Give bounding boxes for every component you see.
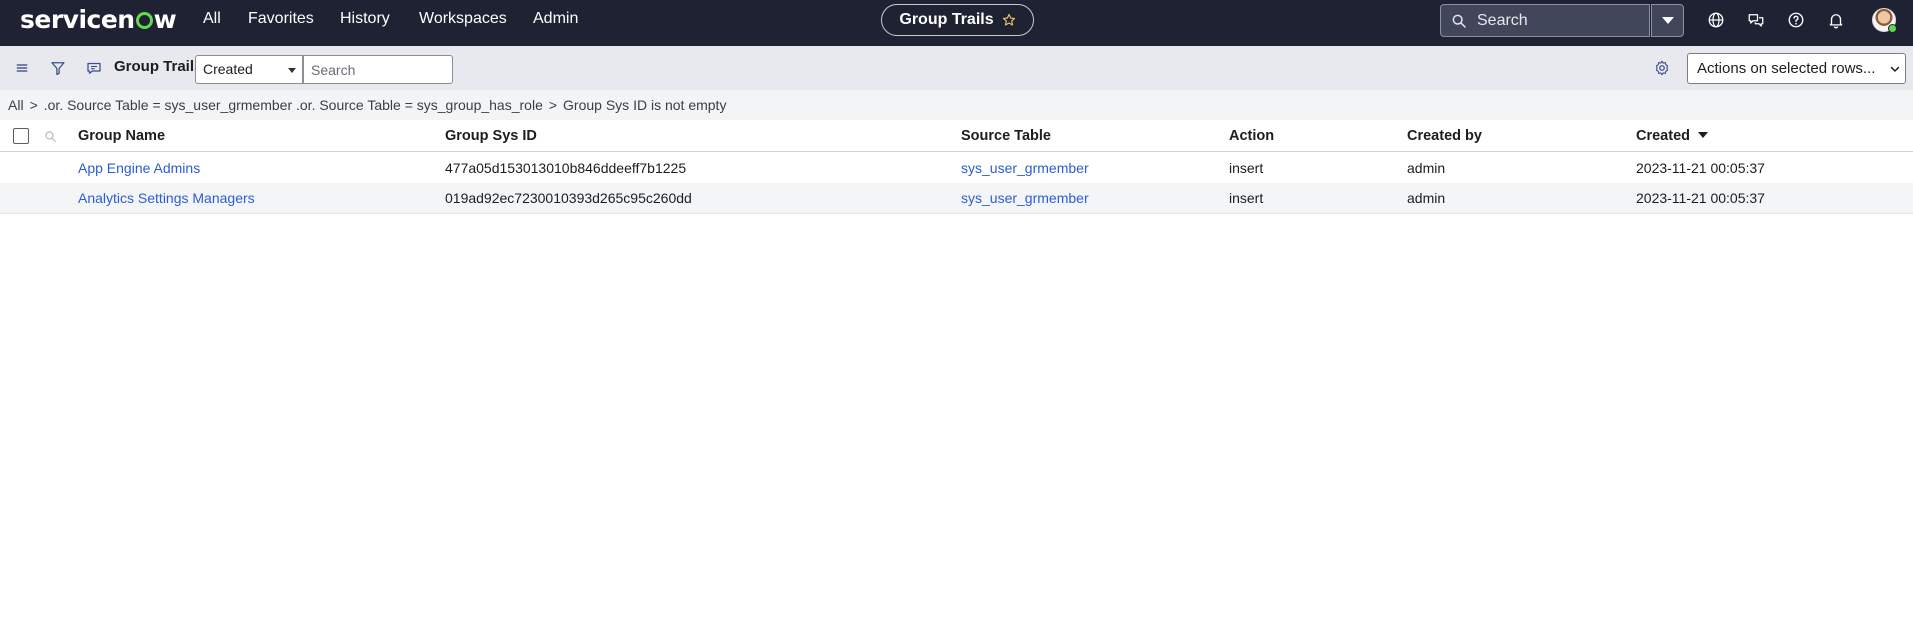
comment-icon[interactable] <box>85 59 103 77</box>
globe-icon[interactable] <box>1707 11 1725 29</box>
chevron-down-icon <box>1890 66 1900 72</box>
online-status-dot <box>1888 24 1897 33</box>
search-field-value: Created <box>203 61 253 77</box>
cell-source-table[interactable]: sys_user_grmember <box>961 160 1089 176</box>
global-search[interactable]: Search <box>1440 4 1650 37</box>
cell-action: insert <box>1229 160 1264 176</box>
cell-group-name[interactable]: App Engine Admins <box>78 160 200 176</box>
context-title: Group Trails <box>899 11 994 28</box>
nav-history[interactable]: History <box>340 10 390 28</box>
top-navigation: servicen w All Favorites History Workspac… <box>0 0 1913 46</box>
cell-created-by: admin <box>1407 160 1446 176</box>
cell-created: 2023-11-21 00:05:37 <box>1636 160 1765 176</box>
context-title-pill[interactable]: Group Trails <box>881 4 1034 36</box>
list-search-input[interactable] <box>303 55 453 84</box>
chevron-down-icon <box>288 68 296 73</box>
help-icon[interactable] <box>1787 11 1805 29</box>
sort-descending-icon <box>1698 132 1708 138</box>
nav-favorites[interactable]: Favorites <box>248 10 314 28</box>
filter-breadcrumb: All > .or. Source Table = sys_user_grmembe… <box>0 90 1913 120</box>
cell-created-by: admin <box>1407 190 1446 206</box>
column-header-created[interactable]: Created <box>1636 128 1708 144</box>
search-field-select[interactable]: Created <box>195 55 303 84</box>
nav-admin[interactable]: Admin <box>533 10 578 28</box>
list-toolbar: Group Trails Created Actions on selected… <box>0 46 1913 90</box>
table-row: Analytics Settings Managers 019ad92ec723… <box>0 183 1913 213</box>
search-scope-dropdown[interactable] <box>1651 4 1684 37</box>
breadcrumb-condition-1[interactable]: .or. Source Table = sys_user_grmember .o… <box>44 97 543 113</box>
list-title: Group Trails <box>114 58 203 75</box>
select-all-checkbox[interactable] <box>13 128 29 144</box>
column-header-group-name[interactable]: Group Name <box>78 128 165 144</box>
cell-group-sys-id: 019ad92ec7230010393d265c95c260dd <box>445 190 692 206</box>
user-avatar[interactable] <box>1872 8 1897 33</box>
table-header: Group Name Group Sys ID Source Table Act… <box>0 121 1913 152</box>
global-search-placeholder: Search <box>1477 11 1528 29</box>
column-header-created-label: Created <box>1636 128 1690 144</box>
cell-created: 2023-11-21 00:05:37 <box>1636 190 1765 206</box>
cell-source-table[interactable]: sys_user_grmember <box>961 190 1089 206</box>
breadcrumb-all[interactable]: All <box>8 97 24 113</box>
search-icon <box>1452 14 1466 28</box>
actions-on-selected-rows-select[interactable]: Actions on selected rows... <box>1687 53 1906 84</box>
cell-group-name[interactable]: Analytics Settings Managers <box>78 190 255 206</box>
table-row: App Engine Admins 477a05d153013010b846dd… <box>0 153 1913 183</box>
chat-icon[interactable] <box>1747 11 1765 29</box>
column-header-created-by[interactable]: Created by <box>1407 128 1482 144</box>
cell-action: insert <box>1229 190 1264 206</box>
breadcrumb-separator: > <box>548 97 558 113</box>
hamburger-icon[interactable] <box>13 59 31 77</box>
breadcrumb-condition-2[interactable]: Group Sys ID is not empty <box>563 97 726 113</box>
cell-group-sys-id: 477a05d153013010b846ddeeff7b1225 <box>445 160 687 176</box>
servicenow-logo[interactable]: servicen w <box>20 5 177 34</box>
nav-workspaces[interactable]: Workspaces <box>419 10 507 28</box>
column-header-action[interactable]: Action <box>1229 128 1274 144</box>
breadcrumb-separator: > <box>29 97 38 113</box>
nav-all[interactable]: All <box>203 10 221 28</box>
column-header-group-sys-id[interactable]: Group Sys ID <box>445 128 537 144</box>
star-icon[interactable] <box>1002 13 1016 27</box>
actions-label: Actions on selected rows... <box>1697 60 1876 77</box>
filter-icon[interactable] <box>49 59 67 77</box>
chevron-down-icon <box>1661 17 1674 24</box>
table-divider <box>0 213 1913 214</box>
bell-icon[interactable] <box>1827 11 1845 29</box>
search-icon[interactable] <box>44 130 57 143</box>
column-header-source-table[interactable]: Source Table <box>961 128 1051 144</box>
gear-icon[interactable] <box>1653 59 1671 77</box>
